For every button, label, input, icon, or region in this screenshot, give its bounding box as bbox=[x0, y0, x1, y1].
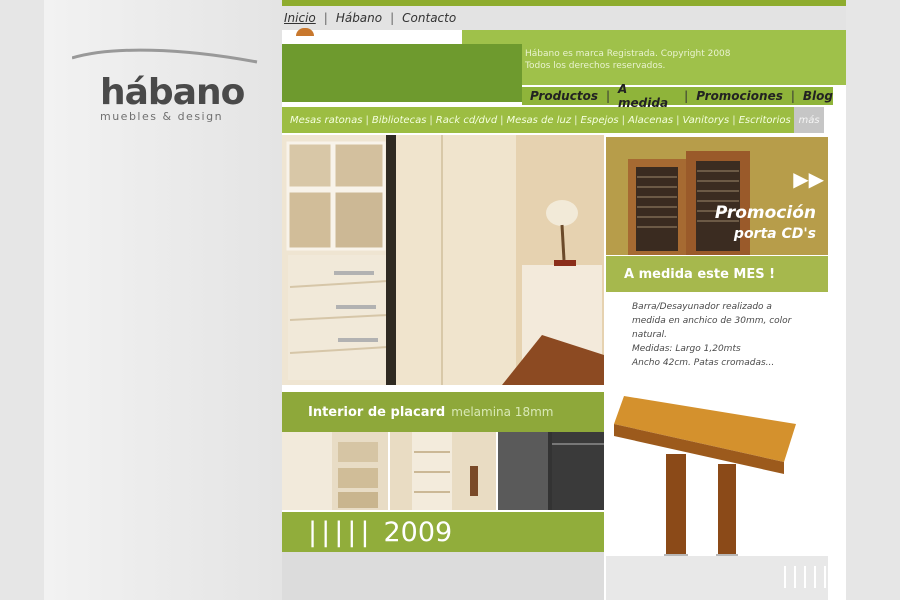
header-dark-block bbox=[282, 44, 522, 102]
promo-line-2: porta CD's bbox=[733, 226, 816, 242]
desc-line: natural. bbox=[632, 330, 668, 340]
left-panel: hábano muebles & design bbox=[44, 0, 282, 600]
category-mesas-de-luz[interactable]: Mesas de luz bbox=[507, 115, 572, 126]
decorative-bars bbox=[784, 566, 826, 588]
category-rack[interactable]: Rack cd/dvd bbox=[436, 115, 497, 126]
top-accent-line bbox=[282, 0, 846, 6]
nav-habano[interactable]: Hábano bbox=[336, 11, 382, 25]
thumbnail-3[interactable] bbox=[498, 432, 604, 510]
active-nav-indicator bbox=[296, 28, 314, 36]
promo-line-1: Promoción bbox=[714, 203, 816, 223]
nav-separator: | bbox=[790, 89, 795, 103]
thumbnail-image bbox=[498, 432, 604, 510]
breakfast-bar-image bbox=[614, 396, 796, 576]
thumbnail-1[interactable] bbox=[282, 432, 388, 510]
year-deco: ||||| bbox=[308, 516, 374, 548]
nav-separator: | bbox=[684, 89, 689, 103]
nav-separator: | bbox=[323, 11, 328, 25]
page-frame: hábano muebles & design Inicio | Hábano … bbox=[44, 0, 846, 600]
category-escritorios[interactable]: Escritorios bbox=[739, 115, 791, 126]
category-more[interactable]: más bbox=[794, 107, 824, 133]
top-navigation: Inicio | Hábano | Contacto bbox=[284, 8, 456, 28]
year-bar: ||||| 2009 bbox=[282, 512, 604, 552]
placard-photo-image bbox=[282, 135, 604, 385]
thumbnail-image bbox=[282, 432, 388, 510]
section-promociones[interactable]: Promociones bbox=[696, 89, 783, 103]
desc-line: medida en anchico de 30mm, color bbox=[632, 316, 792, 326]
category-alacenas[interactable]: Alacenas bbox=[628, 115, 673, 126]
desc-line: Barra/Desayunador realizado a bbox=[632, 302, 772, 312]
promo-banner[interactable]: ▶▶ Promoción porta CD's bbox=[606, 137, 828, 255]
category-vanitorys[interactable]: Vanitorys bbox=[682, 115, 729, 126]
feature-subtitle: melamina 18mm bbox=[451, 405, 554, 419]
thumbnail-image bbox=[390, 432, 496, 510]
copyright-text: Hábano es marca Registrada. Copyright 20… bbox=[525, 48, 835, 72]
thumbnail-strip bbox=[282, 432, 604, 510]
promo-text: Promoción porta CD's bbox=[715, 203, 816, 245]
logo[interactable]: hábano muebles & design bbox=[72, 48, 262, 138]
desc-line: Ancho 42cm. Patas cromadas... bbox=[632, 358, 775, 368]
nav-separator: | bbox=[390, 11, 395, 25]
category-mesas-ratonas[interactable]: Mesas ratonas bbox=[290, 115, 362, 126]
nav-inicio[interactable]: Inicio bbox=[284, 11, 316, 25]
left-footer-block bbox=[282, 552, 604, 600]
content-column: Inicio | Hábano | Contacto Hábano es mar… bbox=[282, 0, 846, 600]
feature-title: Interior de placard bbox=[308, 404, 446, 420]
category-bibliotecas[interactable]: Bibliotecas bbox=[372, 115, 427, 126]
section-blog[interactable]: Blog bbox=[803, 89, 833, 103]
section-a-medida[interactable]: A medida bbox=[618, 82, 676, 110]
section-navigation: Productos | A medida | Promociones | Blo… bbox=[522, 82, 833, 110]
play-icon[interactable]: ▶▶ bbox=[793, 167, 824, 191]
feature-caption: Interior de placard melamina 18mm bbox=[282, 392, 604, 432]
brand-tagline: muebles & design bbox=[100, 110, 224, 123]
section-productos[interactable]: Productos bbox=[530, 89, 598, 103]
nav-separator: | bbox=[605, 89, 611, 103]
thumbnail-2[interactable] bbox=[390, 432, 496, 510]
main-product-photo[interactable] bbox=[282, 135, 604, 385]
month-title-bar: A medida este MES ! bbox=[606, 256, 828, 292]
category-espejos[interactable]: Espejos bbox=[580, 115, 618, 126]
desc-line: Medidas: Largo 1,20mts bbox=[632, 344, 741, 354]
year-label: 2009 bbox=[383, 516, 453, 548]
brand-name: hábano bbox=[100, 72, 245, 113]
month-title: A medida este MES ! bbox=[624, 266, 776, 282]
copyright-line-1: Hábano es marca Registrada. Copyright 20… bbox=[525, 49, 731, 59]
category-strip: Mesas ratonas | Bibliotecas | Rack cd/dvd |… bbox=[282, 107, 822, 133]
month-content: Barra/Desayunador realizado a medida en … bbox=[606, 296, 828, 600]
nav-contacto[interactable]: Contacto bbox=[402, 11, 456, 25]
month-description: Barra/Desayunador realizado a medida en … bbox=[632, 300, 812, 370]
copyright-line-2: Todos los derechos reservados. bbox=[525, 61, 666, 71]
